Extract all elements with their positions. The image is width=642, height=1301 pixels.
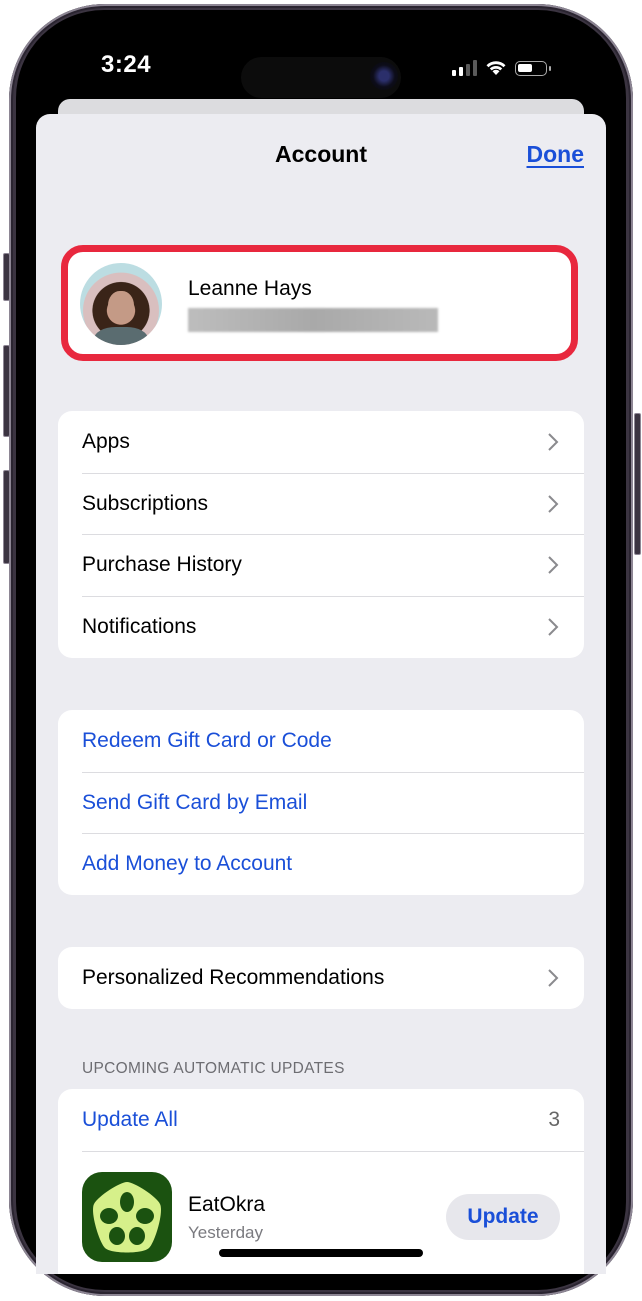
redeem-gift-card-link[interactable]: Redeem Gift Card or Code bbox=[58, 710, 584, 772]
update-all-button[interactable]: Update All 3 bbox=[58, 1089, 584, 1151]
volume-up-button bbox=[3, 345, 10, 437]
section-header-updates: UPCOMING AUTOMATIC UPDATES bbox=[82, 1060, 345, 1077]
row-label: Send Gift Card by Email bbox=[82, 790, 308, 814]
power-button bbox=[634, 413, 641, 555]
account-sheet: Account Done Leanne Hays Apps Subscripti… bbox=[36, 114, 606, 1274]
volume-down-button bbox=[3, 470, 10, 564]
eatokra-app-icon bbox=[82, 1171, 172, 1262]
row-purchase-history[interactable]: Purchase History bbox=[58, 534, 584, 596]
profile-email-redacted bbox=[188, 308, 438, 332]
row-label: Update All bbox=[82, 1107, 178, 1131]
home-indicator[interactable] bbox=[219, 1249, 423, 1257]
app-update-row[interactable]: EatOkra Yesterday Update bbox=[58, 1150, 584, 1262]
status-icons bbox=[452, 60, 551, 76]
send-gift-card-link[interactable]: Send Gift Card by Email bbox=[58, 771, 584, 834]
done-button[interactable]: Done bbox=[527, 141, 585, 168]
row-label: Apps bbox=[82, 429, 130, 453]
gift-card-group: Redeem Gift Card or Code Send Gift Card … bbox=[58, 710, 584, 896]
updates-group: Update All 3 EatOkra Yesterday Update bbox=[58, 1089, 584, 1274]
profile-name: Leanne Hays bbox=[188, 277, 312, 300]
cellular-signal-icon bbox=[452, 60, 477, 76]
add-money-link[interactable]: Add Money to Account bbox=[58, 833, 584, 895]
update-count: 3 bbox=[548, 1107, 560, 1131]
row-label: Personalized Recommendations bbox=[82, 965, 385, 989]
app-update-date: Yesterday bbox=[188, 1222, 263, 1242]
chevron-right-icon bbox=[548, 969, 559, 987]
recommendations-group: Personalized Recommendations bbox=[58, 947, 584, 1009]
row-label: Notifications bbox=[82, 614, 197, 638]
chevron-right-icon bbox=[548, 433, 559, 451]
profile-card[interactable]: Leanne Hays bbox=[61, 245, 578, 361]
battery-icon bbox=[515, 60, 551, 76]
status-time: 3:24 bbox=[101, 51, 152, 78]
update-app-button[interactable]: Update bbox=[446, 1193, 560, 1240]
row-label: Add Money to Account bbox=[82, 852, 293, 876]
action-button bbox=[3, 253, 10, 301]
row-label: Purchase History bbox=[82, 553, 242, 577]
chevron-right-icon bbox=[548, 494, 559, 513]
front-camera bbox=[370, 62, 398, 90]
page-title: Account bbox=[275, 141, 367, 167]
avatar bbox=[80, 263, 162, 345]
row-apps[interactable]: Apps bbox=[58, 411, 584, 473]
row-notifications[interactable]: Notifications bbox=[58, 596, 584, 658]
chevron-right-icon bbox=[548, 556, 559, 574]
row-label: Subscriptions bbox=[82, 491, 209, 515]
app-name: EatOkra bbox=[188, 1192, 266, 1216]
row-subscriptions[interactable]: Subscriptions bbox=[58, 472, 584, 535]
wifi-icon bbox=[486, 61, 506, 75]
row-label: Redeem Gift Card or Code bbox=[82, 728, 332, 752]
account-group: Apps Subscriptions Purchase History Noti… bbox=[58, 411, 584, 658]
row-personalized-recommendations[interactable]: Personalized Recommendations bbox=[58, 947, 584, 1009]
chevron-right-icon bbox=[548, 618, 559, 636]
